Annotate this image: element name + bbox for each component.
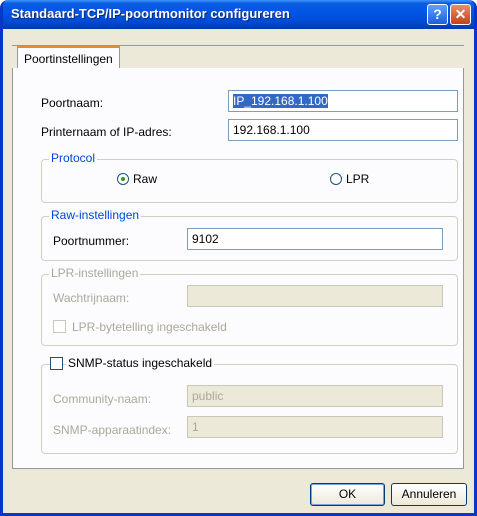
window-title: Standaard-TCP/IP-poortmonitor configurer…	[11, 6, 290, 21]
lpr-settings-title: LPR-instellingen	[49, 266, 141, 280]
lpr-bytecount-label: LPR-bytetelling ingeschakeld	[72, 320, 227, 334]
raw-radio-label[interactable]: Raw	[133, 172, 157, 186]
port-name-label: Poortnaam:	[41, 96, 104, 110]
ok-button[interactable]: OK	[310, 483, 385, 506]
tab-poortinstellingen[interactable]: Poortinstellingen	[17, 46, 120, 69]
title-bar[interactable]: Standaard-TCP/IP-poortmonitor configurer…	[3, 0, 474, 29]
port-name-value: IP_192.168.1.100	[233, 94, 328, 108]
protocol-group-title: Protocol	[49, 151, 98, 165]
raw-radio[interactable]	[117, 173, 129, 185]
lpr-radio-label[interactable]: LPR	[346, 172, 369, 186]
community-name-label: Community-naam:	[53, 392, 152, 406]
port-name-input[interactable]: IP_192.168.1.100	[228, 90, 458, 112]
queue-name-input[interactable]	[187, 285, 443, 307]
port-number-input[interactable]: 9102	[187, 228, 443, 250]
lpr-bytecount-checkbox[interactable]	[53, 320, 66, 333]
snmp-enable-label[interactable]: SNMP-status ingeschakeld	[66, 356, 215, 370]
device-index-input[interactable]: 1	[187, 416, 443, 438]
community-name-input[interactable]: public	[187, 385, 443, 407]
cancel-button[interactable]: Annuleren	[391, 483, 467, 506]
help-icon[interactable]: ?	[427, 4, 448, 25]
dialog-window: Standaard-TCP/IP-poortmonitor configurer…	[0, 0, 477, 516]
printer-name-label: Printernaam of IP-adres:	[41, 125, 172, 139]
printer-name-input[interactable]: 192.168.1.100	[228, 119, 458, 141]
protocol-group	[41, 159, 458, 203]
snmp-group	[41, 364, 458, 454]
lpr-radio[interactable]	[330, 173, 342, 185]
snmp-enable-checkbox[interactable]	[50, 357, 63, 370]
device-index-label: SNMP-apparaatindex:	[53, 423, 172, 437]
queue-name-label: Wachtrijnaam:	[53, 291, 130, 305]
port-number-label: Poortnummer:	[53, 234, 130, 248]
close-icon[interactable]: ✕	[450, 4, 471, 25]
raw-settings-title: Raw-instellingen	[49, 208, 142, 222]
